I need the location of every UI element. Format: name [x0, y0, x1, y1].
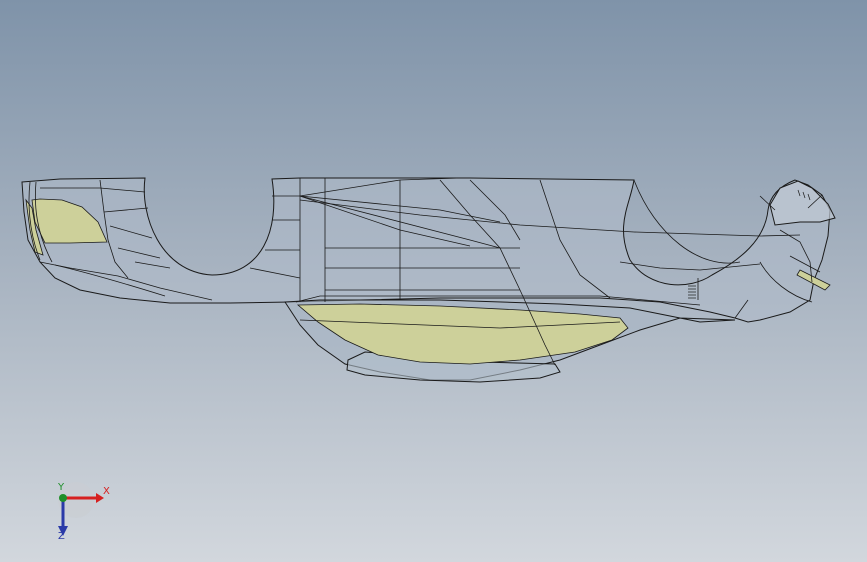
- model-right-nose[interactable]: [769, 180, 836, 226]
- z-axis-label: Z: [58, 531, 65, 542]
- x-axis-label: X: [103, 486, 110, 497]
- graphics-viewport[interactable]: X Y Z: [0, 0, 867, 562]
- y-axis-dot: [59, 494, 67, 502]
- reference-triad: X Y Z: [40, 482, 120, 546]
- y-axis-label: Y: [58, 482, 65, 493]
- cad-model[interactable]: [0, 0, 867, 562]
